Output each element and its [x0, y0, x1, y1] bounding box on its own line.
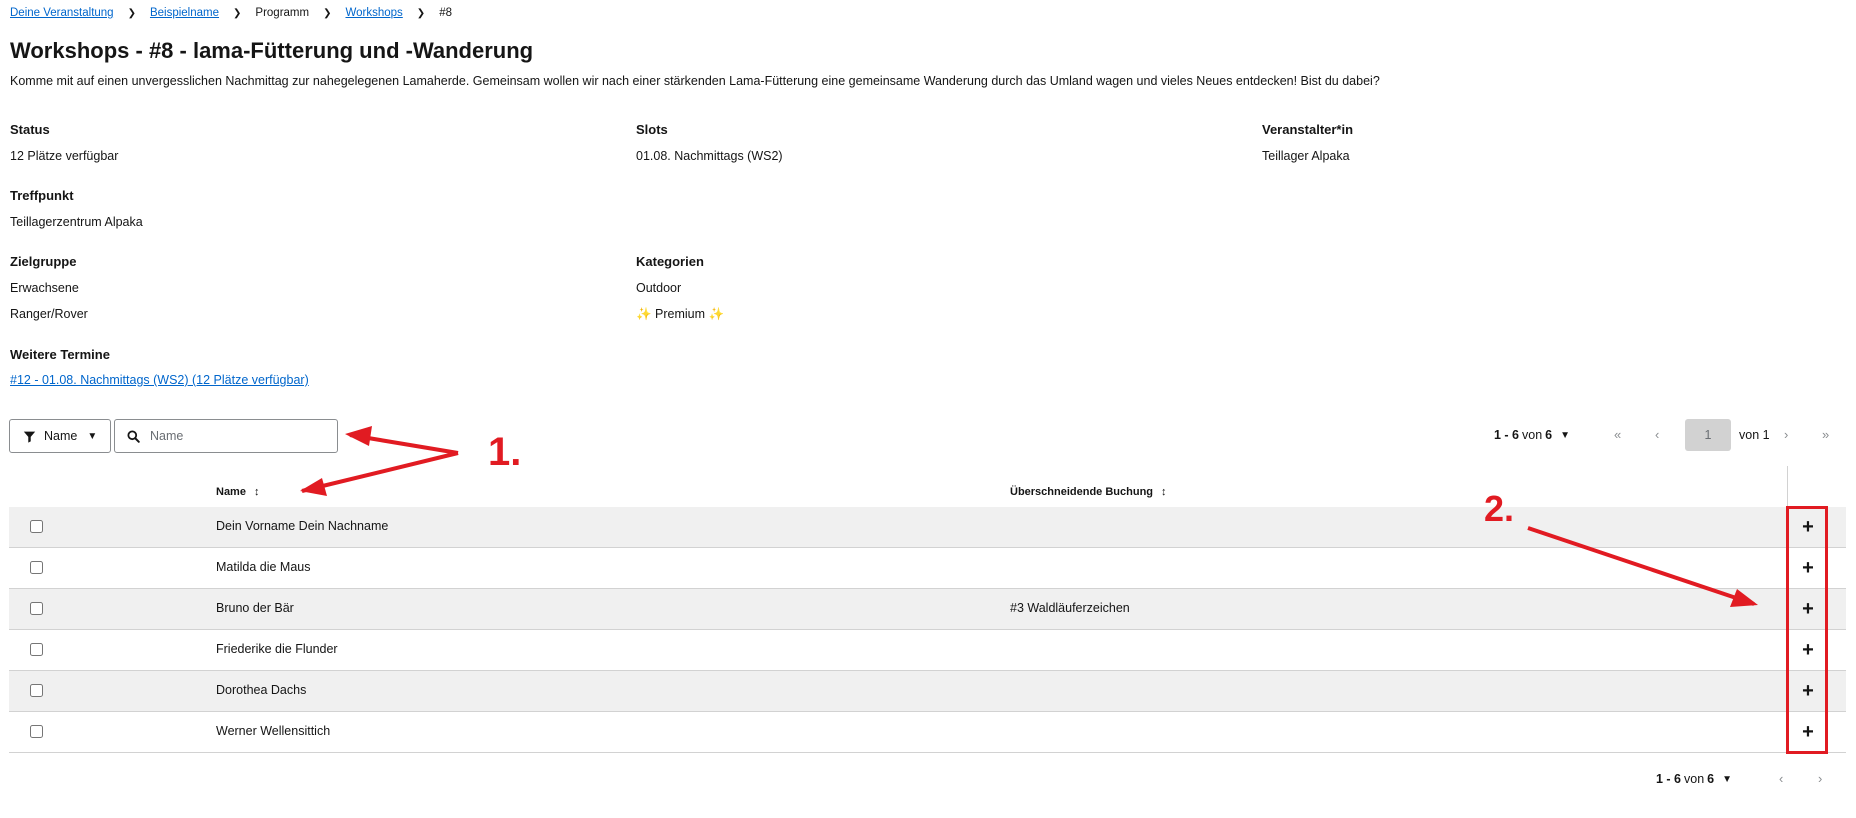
- arrowhead-icon: [1730, 589, 1758, 607]
- arrowhead-icon: [345, 426, 372, 446]
- annotation-arrows: [300, 426, 1758, 607]
- arrow-to-name-header: [301, 451, 459, 493]
- arrow-to-add-column: [1527, 526, 1755, 606]
- arrowhead-icon: [300, 478, 327, 496]
